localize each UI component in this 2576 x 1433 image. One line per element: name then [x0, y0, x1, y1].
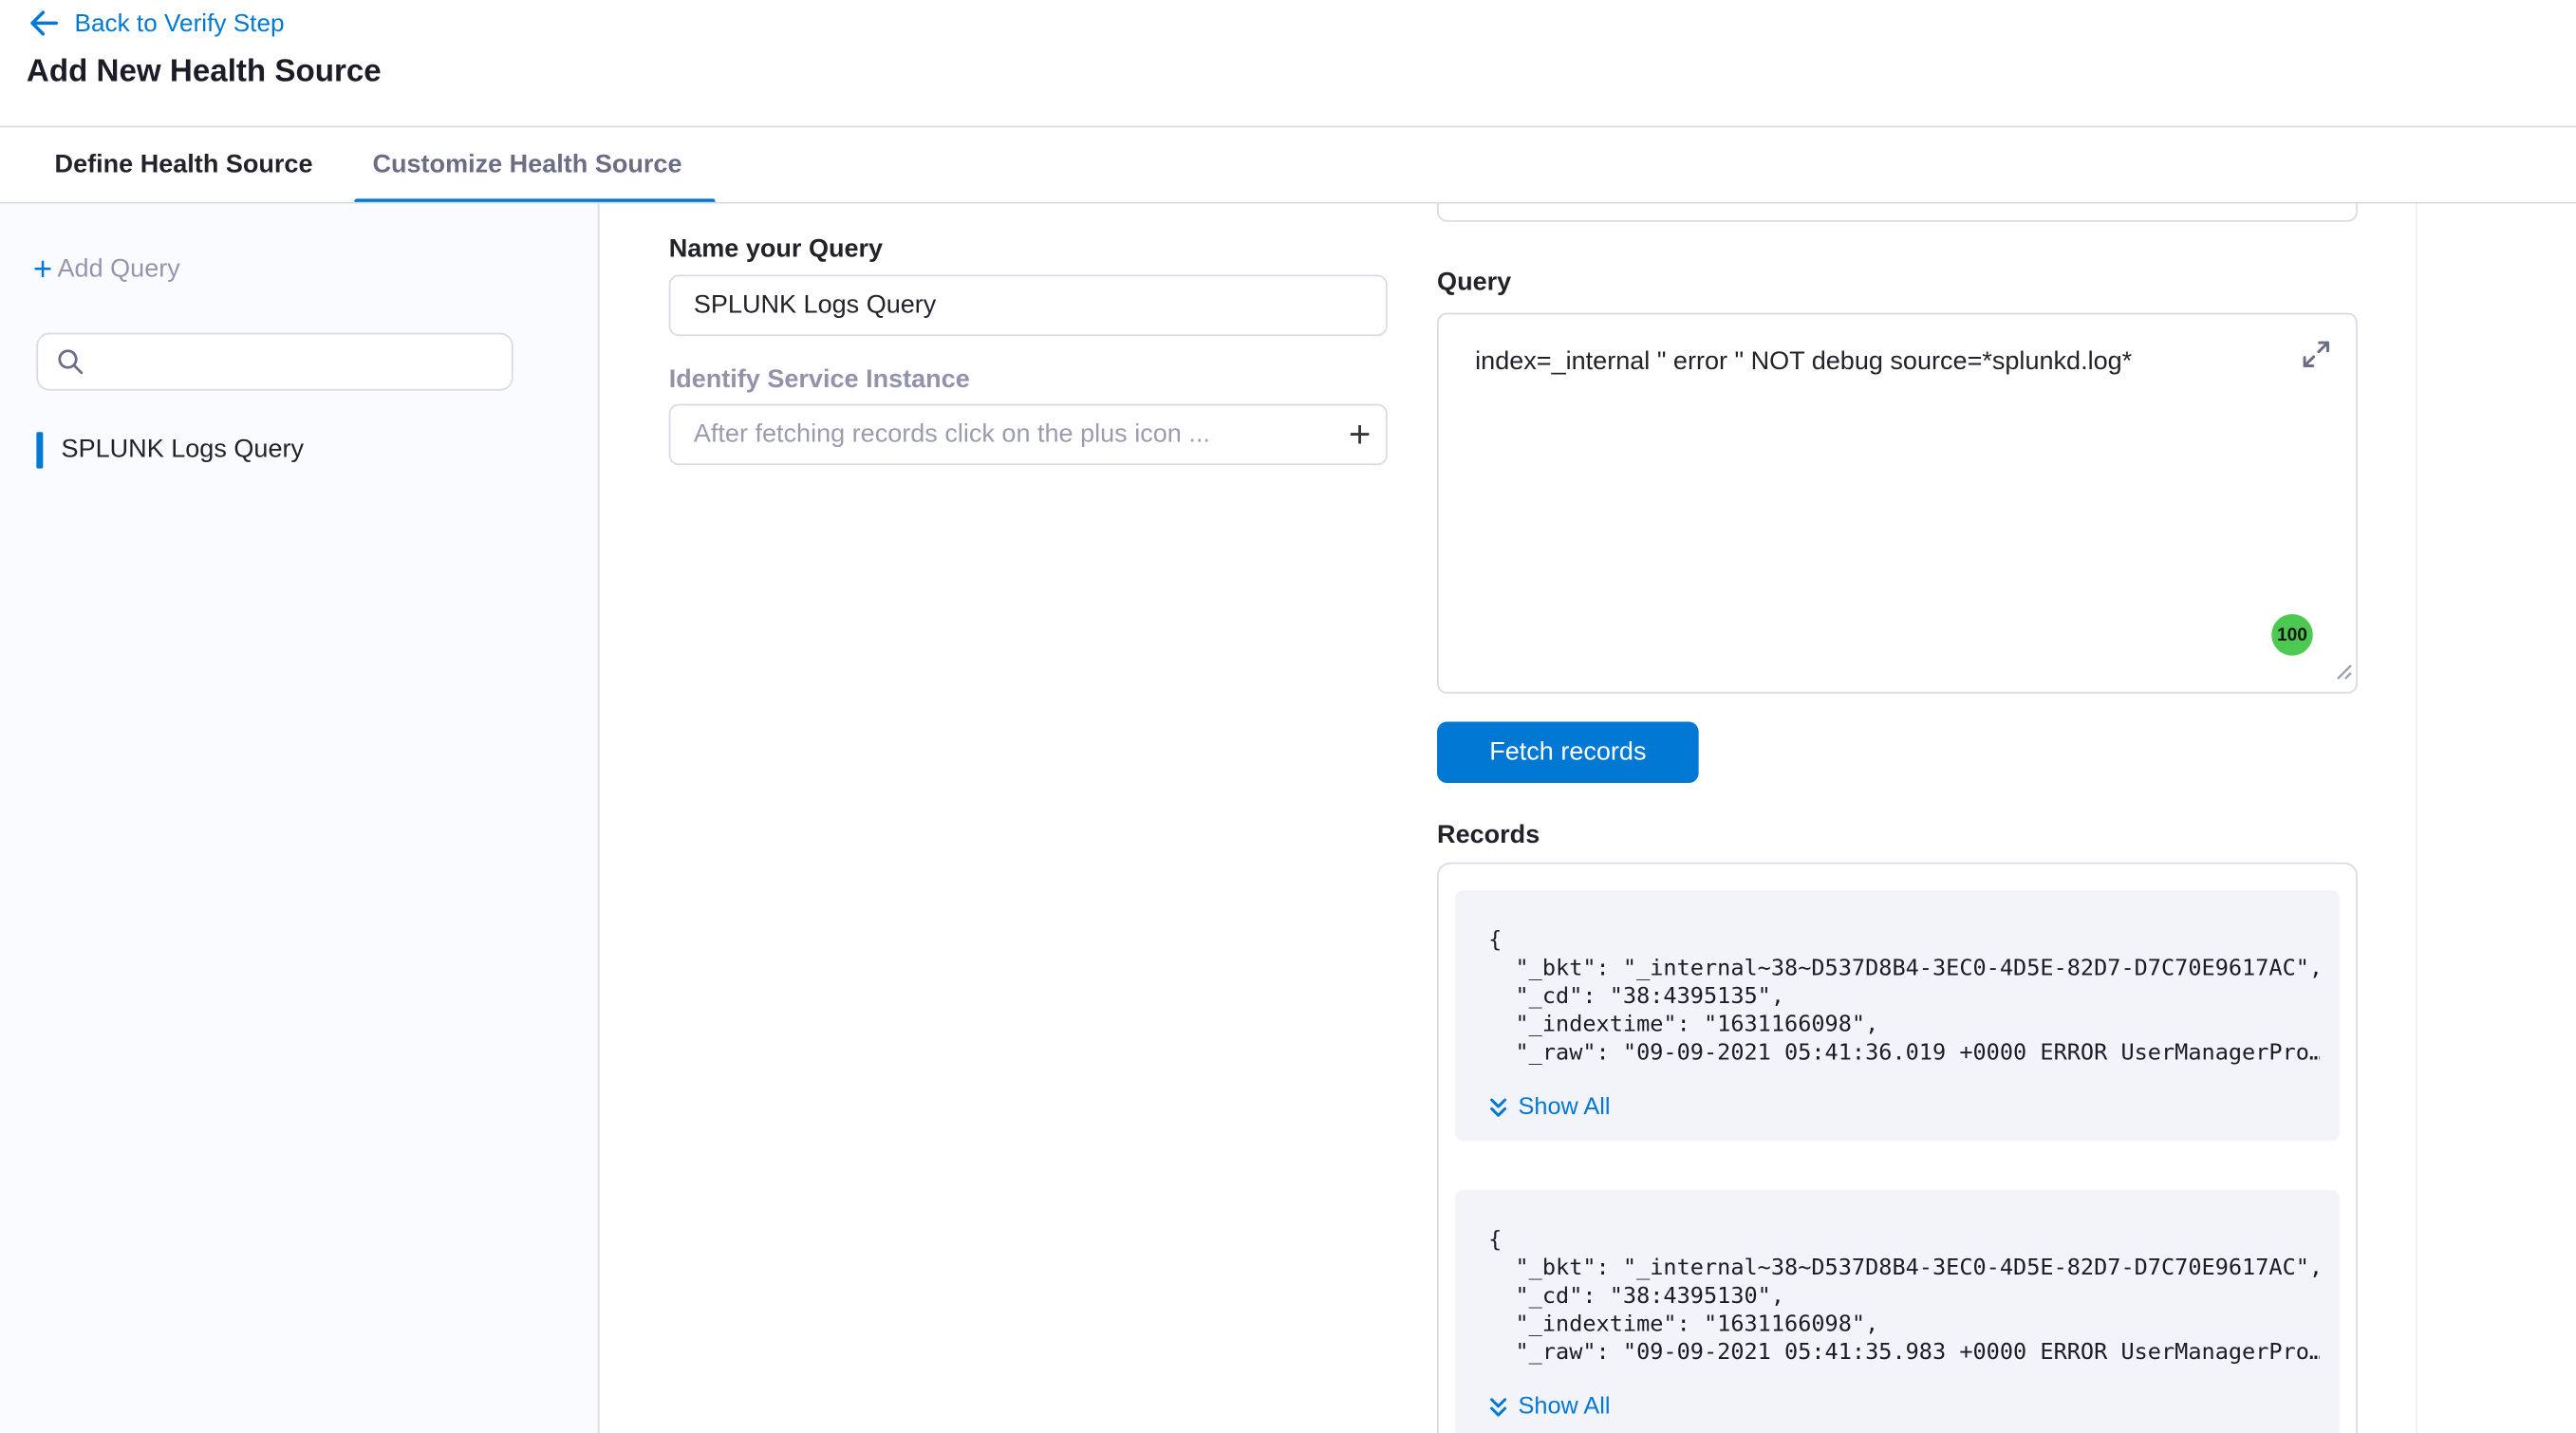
records-panel: { "_bkt": "_internal~38~D537D8B4-3EC0-4D… — [1437, 863, 2358, 1433]
record-item-2: { "_bkt": "_internal~38~D537D8B4-3EC0-4D… — [1455, 1190, 2339, 1433]
show-all-label: Show All — [1519, 1094, 1611, 1121]
selected-indicator-bar — [36, 432, 43, 468]
record-line: "_raw": "09-09-2021 05:41:36.019 +0000 E… — [1488, 1039, 2320, 1068]
record-count-badge: 100 — [2271, 614, 2313, 656]
record-line: "_indextime": "1631166098", — [1488, 1311, 2320, 1339]
expand-icon — [2300, 338, 2333, 371]
tab-define-health-source[interactable]: Define Health Source — [55, 127, 313, 201]
page-title: Add New Health Source — [27, 55, 382, 91]
add-query-label: Add Query — [58, 255, 180, 285]
query-search-box — [36, 333, 513, 391]
query-text: index=_internal " error " NOT debug sour… — [1475, 344, 2236, 380]
record-line: { — [1488, 1227, 2320, 1256]
back-link-label: Back to Verify Step — [74, 9, 284, 38]
expand-query-button[interactable] — [2296, 334, 2336, 374]
name-your-query-label: Name your Query — [669, 235, 883, 265]
service-instance-field: + — [669, 404, 1388, 466]
partial-input-above[interactable] — [1437, 204, 2358, 222]
back-to-verify-link[interactable]: Back to Verify Step — [27, 7, 285, 40]
add-service-instance-plus-icon[interactable]: + — [1349, 409, 1371, 458]
sidebar-item-splunk-logs-query[interactable]: SPLUNK Logs Query — [36, 432, 304, 468]
search-input[interactable] — [98, 347, 478, 376]
query-editor[interactable]: index=_internal " error " NOT debug sour… — [1437, 313, 2358, 694]
show-all-link-1[interactable]: Show All — [1488, 1094, 2320, 1121]
plus-icon: + — [33, 253, 52, 287]
app-window: Back to Verify Step Add New Health Sourc… — [0, 0, 2576, 1433]
double-chevron-down-icon — [1488, 1396, 1508, 1418]
add-query-button[interactable]: + Add Query — [33, 253, 180, 287]
right-edge-divider — [2416, 204, 2417, 1433]
record-item-1: { "_bkt": "_internal~38~D537D8B4-3EC0-4D… — [1455, 890, 2339, 1140]
arrow-left-icon — [27, 7, 60, 40]
record-line: "_indextime": "1631166098", — [1488, 1012, 2320, 1040]
double-chevron-down-icon — [1488, 1097, 1508, 1119]
resize-handle-icon[interactable] — [2333, 659, 2353, 688]
query-item-label: SPLUNK Logs Query — [62, 436, 304, 465]
tab-customize-health-source[interactable]: Customize Health Source — [372, 127, 681, 201]
show-all-label: Show All — [1519, 1394, 1611, 1421]
record-line: "_bkt": "_internal~38~D537D8B4-3EC0-4D5E… — [1488, 1255, 2320, 1283]
show-all-link-2[interactable]: Show All — [1488, 1394, 2320, 1421]
query-sidebar: + Add Query SPLUNK Logs Query — [0, 204, 599, 1433]
record-line: "_bkt": "_internal~38~D537D8B4-3EC0-4D5E… — [1488, 955, 2320, 983]
fetch-records-button[interactable]: Fetch records — [1437, 722, 1699, 784]
query-name-input[interactable] — [669, 275, 1388, 337]
identify-service-instance-label: Identify Service Instance — [669, 365, 970, 395]
query-label: Query — [1437, 269, 1511, 298]
records-label: Records — [1437, 821, 1540, 850]
content-area: + Add Query SPLUNK Logs Query Name your … — [0, 204, 2576, 1433]
record-line: { — [1488, 927, 2320, 956]
record-line: "_cd": "38:4395130", — [1488, 1283, 2320, 1312]
record-line: "_raw": "09-09-2021 05:41:35.983 +0000 E… — [1488, 1339, 2320, 1368]
search-icon — [56, 347, 84, 376]
record-line: "_cd": "38:4395135", — [1488, 983, 2320, 1012]
service-instance-input[interactable] — [669, 404, 1388, 466]
